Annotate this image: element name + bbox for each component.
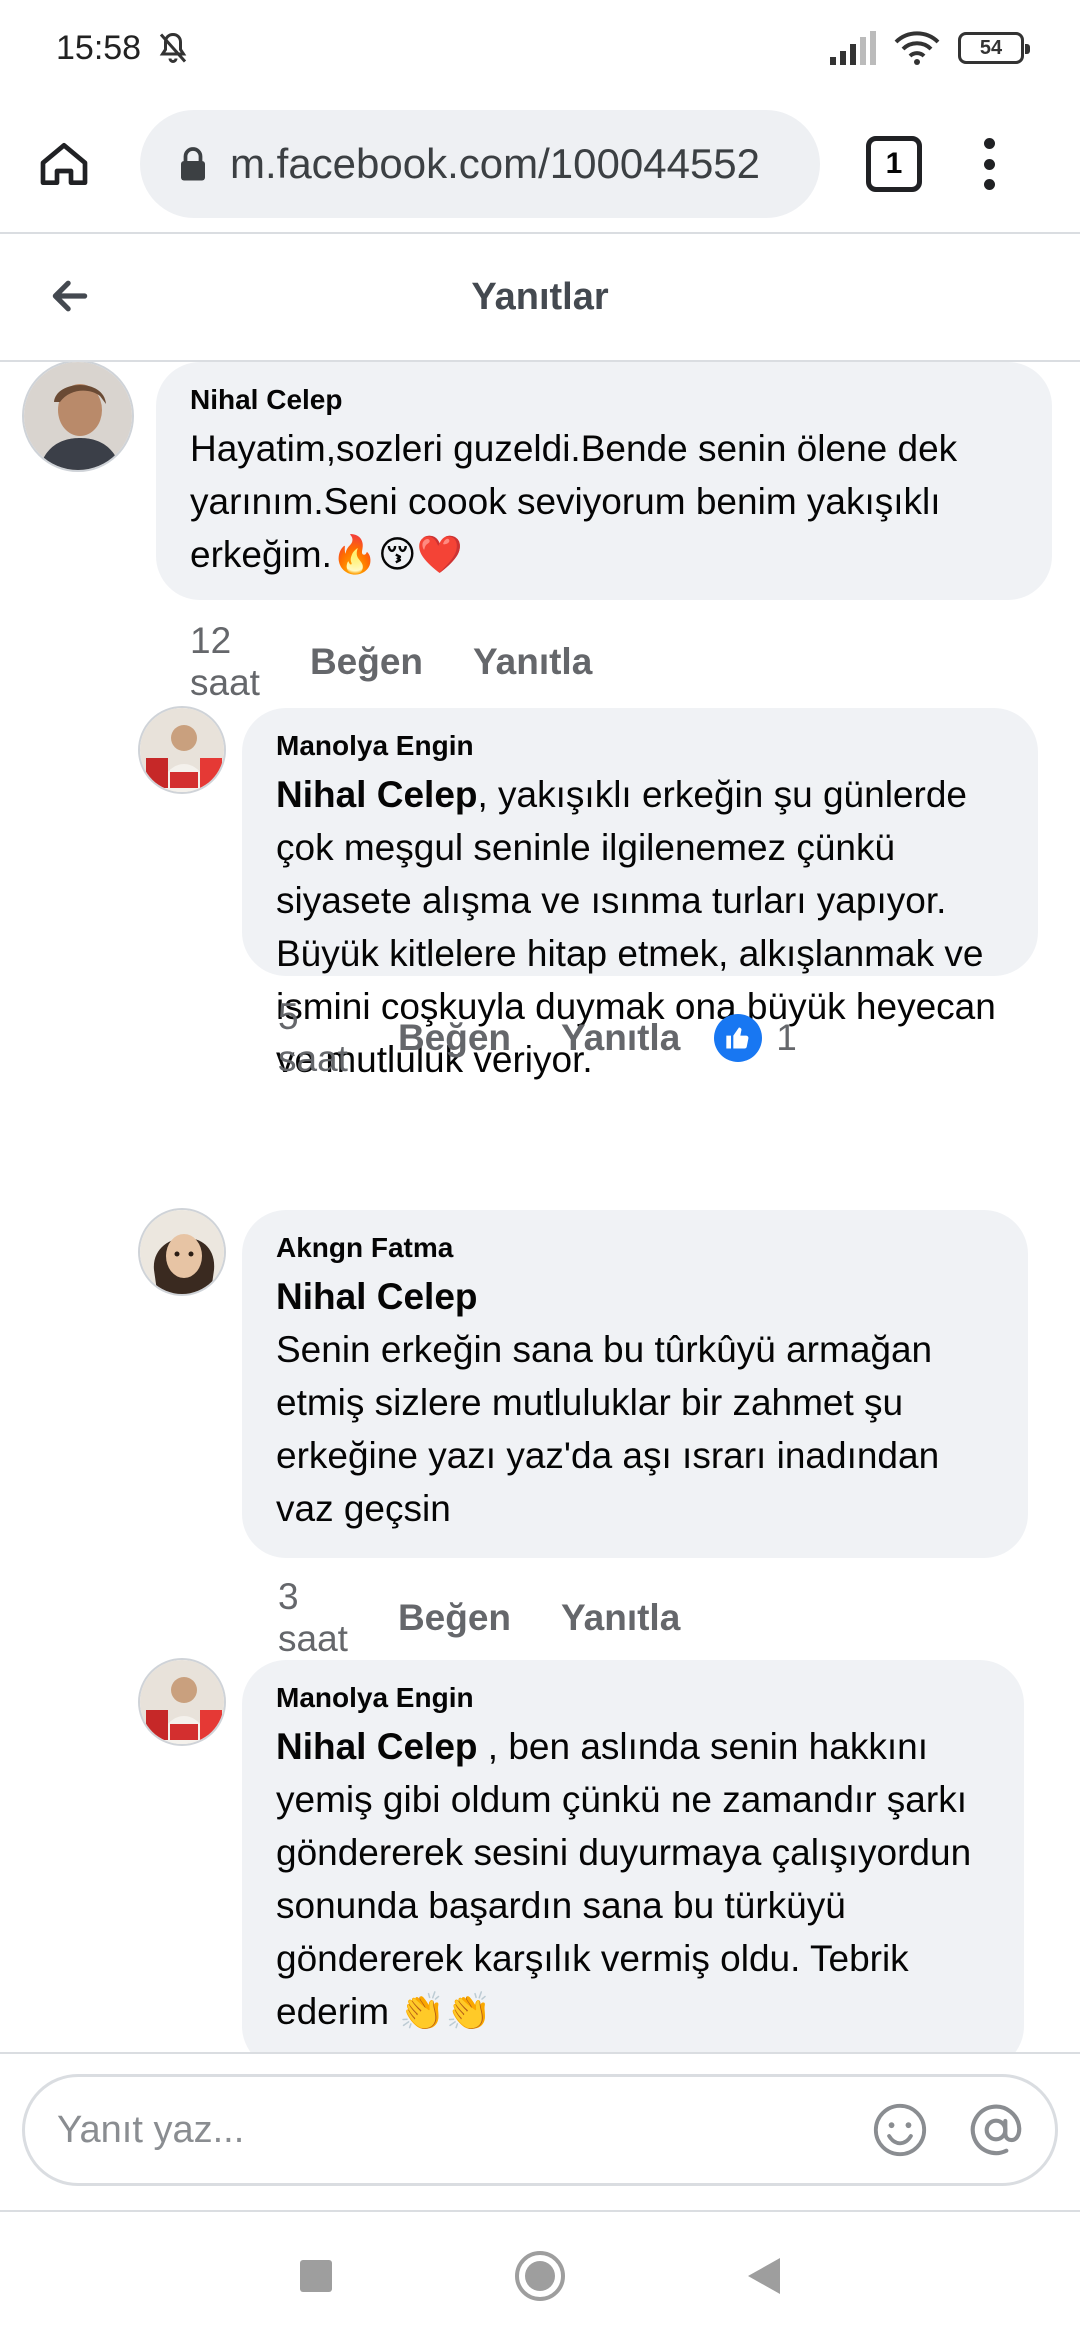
comment-author[interactable]: Manolya Engin: [276, 730, 1004, 762]
like-button[interactable]: Beğen: [398, 1017, 511, 1059]
comment-text: Nihal Celep , ben aslında senin hakkını …: [276, 1720, 990, 2038]
comment-actions: 12 saat Beğen Yanıtla: [190, 620, 592, 704]
reaction-count: 1: [776, 1017, 797, 1058]
comment-author[interactable]: Manolya Engin: [276, 1682, 990, 1714]
signal-icon: [830, 31, 876, 65]
reply-placeholder: Yanıt yaz...: [57, 2108, 245, 2151]
comment-text: Hayatim,sozleri guzeldi.Bende senin ölen…: [190, 428, 958, 575]
comment-bubble: Nihal Celep Hayatim,sozleri guzeldi.Bend…: [156, 362, 1052, 600]
battery-indicator: 54: [958, 32, 1030, 64]
comment-text: Senin erkeğin sana bu tûrkûyü armağan et…: [276, 1329, 940, 1529]
comment-body: , ben aslında senin hakkını yemiş gibi o…: [276, 1726, 972, 2032]
more-vert-icon: [983, 138, 995, 149]
comment-time[interactable]: 3 saat: [278, 1576, 348, 1660]
browser-toolbar: m.facebook.com/100044552 1: [0, 96, 1080, 232]
mention-icon[interactable]: [965, 2099, 1027, 2161]
status-bar: 15:58 54: [0, 0, 1080, 96]
comment-bubble: Manolya Engin Nihal Celep , ben aslında …: [242, 1660, 1024, 2052]
avatar[interactable]: [22, 362, 134, 472]
divider: [0, 2052, 1080, 2054]
recents-square-icon[interactable]: [298, 2258, 334, 2294]
reply-input[interactable]: Yanıt yaz...: [22, 2074, 1058, 2186]
bell-muted-icon: [159, 32, 187, 63]
back-button[interactable]: [40, 266, 100, 326]
reply-button[interactable]: Yanıtla: [561, 1017, 680, 1059]
avatar[interactable]: [138, 1658, 226, 1746]
page-title: Yanıtlar: [471, 275, 609, 318]
address-bar[interactable]: m.facebook.com/100044552: [140, 110, 820, 218]
lock-icon: [181, 147, 205, 181]
profile-photo: [140, 708, 224, 792]
avatar[interactable]: [138, 1208, 226, 1296]
status-time: 15:58: [56, 28, 142, 67]
comments-list: Nihal Celep Hayatim,sozleri guzeldi.Bend…: [0, 362, 1080, 2052]
mention-link[interactable]: Nihal Celep: [276, 1726, 478, 1767]
profile-photo: [24, 362, 132, 470]
reply-button[interactable]: Yanıtla: [473, 641, 592, 683]
system-nav-bar: [0, 2212, 1080, 2340]
comment-bubble: Akngn Fatma Nihal Celep Senin erkeğin sa…: [242, 1210, 1028, 1558]
tab-switcher-button[interactable]: 1: [866, 136, 922, 192]
comment-author[interactable]: Akngn Fatma: [276, 1232, 994, 1264]
home-button[interactable]: [28, 128, 100, 200]
mention-link[interactable]: Nihal Celep: [276, 774, 478, 815]
comment-author[interactable]: Nihal Celep: [190, 384, 1018, 416]
reply-button[interactable]: Yanıtla: [561, 1597, 680, 1639]
home-circle-icon[interactable]: [514, 2250, 566, 2302]
thumbs-up-icon: [714, 1014, 763, 1062]
comment-actions: 5 saat Beğen Yanıtla 1: [278, 996, 797, 1080]
profile-photo: [140, 1210, 224, 1294]
comment-time[interactable]: 5 saat: [278, 996, 348, 1080]
mention-link[interactable]: Nihal Celep: [276, 1270, 994, 1323]
emoji-icon[interactable]: [871, 2101, 929, 2159]
more-menu-button[interactable]: [974, 128, 1004, 200]
home-icon: [40, 143, 88, 186]
comment-time[interactable]: 12 saat: [190, 620, 260, 704]
comment-actions: 3 saat Beğen Yanıtla: [278, 1576, 680, 1660]
back-triangle-icon[interactable]: [746, 2256, 782, 2296]
like-button[interactable]: Beğen: [398, 1597, 511, 1639]
like-button[interactable]: Beğen: [310, 641, 423, 683]
tab-count: 1: [885, 147, 903, 180]
reaction-summary[interactable]: 1: [714, 1014, 797, 1062]
arrow-left-icon: [52, 280, 88, 312]
page-header: Yanıtlar: [0, 234, 1080, 360]
battery-level: 54: [979, 36, 1003, 59]
profile-photo: [140, 1660, 224, 1744]
wifi-icon: [894, 31, 940, 65]
comment-bubble: Manolya Engin Nihal Celep, yakışıklı erk…: [242, 708, 1038, 1080]
avatar[interactable]: [138, 706, 226, 794]
url-text: m.facebook.com/100044552: [230, 140, 761, 187]
